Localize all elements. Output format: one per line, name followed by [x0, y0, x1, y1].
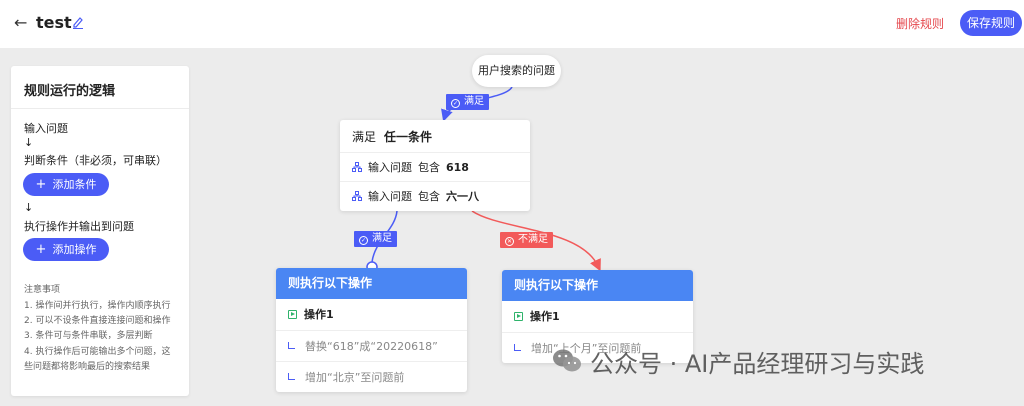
watermark: 公众号 · AI产品经理研习与实践 [552, 342, 924, 380]
condition-field: 输入问题 [368, 161, 412, 174]
step-execute-action: 执行操作并输出到问题 [24, 220, 134, 233]
action-op-title[interactable]: 操作1 [276, 299, 467, 330]
condition-operator: 包含 [418, 190, 440, 203]
sub-item-icon [288, 342, 295, 349]
check-circle-icon: ✓ [359, 236, 368, 245]
edge-label-satisfied: ✓ 满足 [354, 231, 397, 247]
add-action-label: 添加操作 [52, 243, 97, 256]
watermark-text: 公众号 · AI产品经理研习与实践 [590, 349, 925, 378]
note-line: 些问题都将影响最后的搜索结果 [24, 362, 151, 372]
back-arrow-icon[interactable]: ← [14, 13, 27, 32]
user-query-node[interactable]: 用户搜索的问题 [472, 55, 561, 87]
condition-value: 六一八 [446, 190, 479, 203]
condition-row[interactable]: 输入问题 包含 六一八 [340, 181, 530, 210]
action-card-header: 则执行以下操作 [502, 270, 693, 301]
hierarchy-icon [352, 162, 362, 172]
action-card-satisfied[interactable]: 则执行以下操作 操作1 替换“618”成“20220618” 增加“北京”至问题… [276, 268, 467, 392]
action-op-label: 操作1 [304, 308, 334, 321]
hierarchy-icon [352, 191, 362, 201]
step-arrow: ↓ [24, 136, 34, 149]
rule-title: test [36, 13, 72, 32]
check-circle-icon: ✓ [451, 99, 460, 108]
note-line: 1. 操作间并行执行，操作内顺序执行 [24, 301, 171, 311]
condition-mode[interactable]: 任一条件 [384, 130, 432, 144]
edge-label-satisfied: ✓ 满足 [446, 94, 489, 110]
action-step[interactable]: 替换“618”成“20220618” [276, 330, 467, 361]
note-line: 4. 执行操作后可能输出多个问题，这 [24, 347, 171, 357]
add-condition-button[interactable]: + 添加条件 [23, 173, 109, 196]
action-step[interactable]: 增加“北京”至问题前 [276, 361, 467, 392]
action-op-title[interactable]: 操作1 [502, 301, 693, 332]
edge-label-text: 满足 [372, 233, 392, 244]
edge-label-text: 不满足 [518, 234, 548, 245]
action-step-text: 替换“618”成“20220618” [305, 340, 438, 353]
condition-field: 输入问题 [368, 190, 412, 203]
condition-row[interactable]: 输入问题 包含 618 [340, 152, 530, 181]
save-rule-button[interactable]: 保存规则 [960, 10, 1022, 36]
condition-head-label: 满足 [352, 130, 377, 144]
notes-title: 注意事项 [24, 285, 61, 295]
wechat-logo-icon [553, 349, 581, 372]
edge-label-not-satisfied: ✕ 不满足 [500, 232, 553, 248]
plus-icon: + [35, 177, 47, 192]
step-arrow: ↓ [24, 201, 34, 214]
action-card-header: 则执行以下操作 [276, 268, 467, 299]
note-line: 2. 可以不设条件直接连接问题和操作 [24, 316, 171, 326]
top-bar: ← test 删除规则 保存规则 [0, 0, 1024, 48]
action-step-text: 增加“北京”至问题前 [305, 371, 405, 384]
condition-card[interactable]: 满足 任一条件 输入问题 包含 618 输入问题 包含 六一八 [340, 120, 530, 211]
add-action-button[interactable]: + 添加操作 [23, 238, 109, 261]
sub-item-icon [288, 373, 295, 380]
x-circle-icon: ✕ [505, 237, 514, 246]
condition-header: 满足 任一条件 [352, 128, 432, 145]
step-judge-condition: 判断条件（非必须，可串联） [24, 154, 167, 167]
panel-title: 规则运行的逻辑 [24, 84, 116, 99]
condition-value: 618 [446, 161, 469, 174]
condition-operator: 包含 [418, 161, 440, 174]
note-line: 3. 条件可与条件串联，多层判断 [24, 331, 153, 341]
play-icon [288, 310, 297, 319]
step-input-question: 输入问题 [24, 122, 68, 135]
action-op-label: 操作1 [530, 310, 560, 323]
plus-icon: + [35, 242, 47, 257]
panel-divider [11, 108, 189, 109]
add-condition-label: 添加条件 [52, 178, 97, 191]
delete-rule-button[interactable]: 删除规则 [896, 15, 944, 32]
play-icon [514, 312, 523, 321]
sub-item-icon [514, 344, 521, 351]
logic-help-panel: 规则运行的逻辑 输入问题 ↓ 判断条件（非必须，可串联） + 添加条件 ↓ 执行操… [11, 66, 189, 396]
edit-pencil-icon[interactable] [72, 15, 84, 29]
edge-label-text: 满足 [464, 96, 484, 107]
